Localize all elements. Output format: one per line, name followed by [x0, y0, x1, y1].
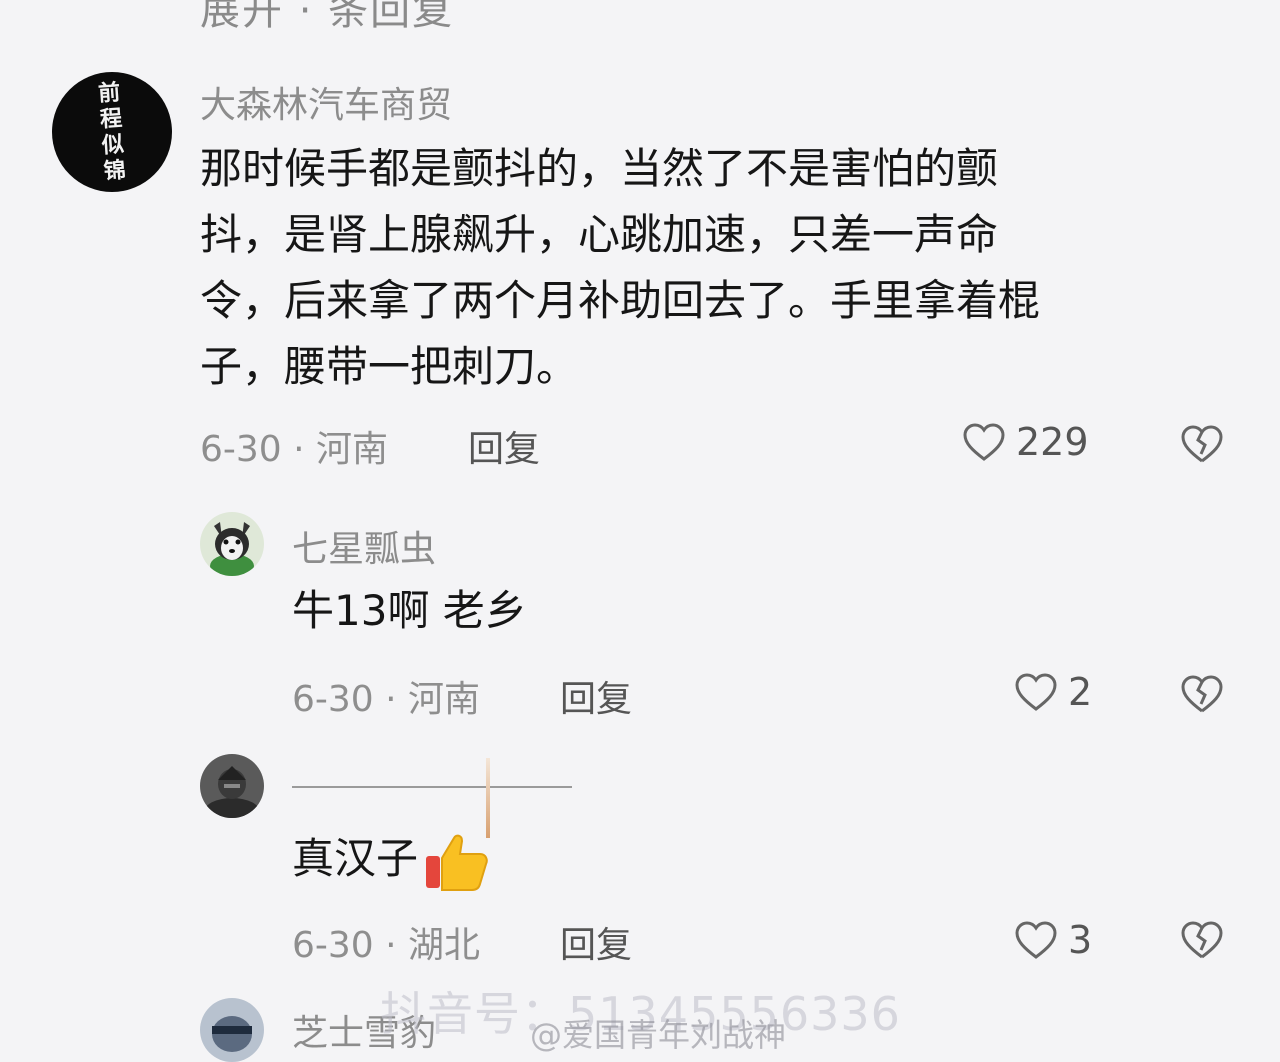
reply-button[interactable]: 回复: [560, 670, 632, 722]
comment-text: 那时候手都是颤抖的，当然了不是害怕的颤 抖，是肾上腺飙升，心跳加速，只差一声命 …: [200, 136, 1200, 400]
comment-line: 那时候手都是颤抖的，当然了不是害怕的颤: [200, 144, 999, 193]
reply-button[interactable]: 回复: [468, 420, 540, 472]
comment-date-location: 6-30 · 湖北: [292, 925, 481, 966]
comment-date-location: 6-30 · 河南: [292, 679, 481, 720]
comment-line: 抖，是肾上腺飙升，心跳加速，只差一声命: [200, 210, 999, 259]
like-count: 2: [1068, 670, 1093, 714]
heart-icon: [1015, 673, 1057, 711]
reply-button[interactable]: 回复: [560, 916, 632, 968]
comment-line: 子，腰带一把刺刀。: [200, 342, 579, 391]
like-count: 3: [1068, 918, 1093, 962]
comment-line: 令，后来拿了两个月补助回去了。手里拿着棍: [200, 276, 1041, 325]
weibo-watermark: @爱国青年刘战神: [530, 1016, 787, 1054]
heart-icon: [1015, 921, 1057, 959]
truncated-header-text: 展开 · 条回复: [200, 0, 455, 34]
username-dash[interactable]: [292, 786, 572, 788]
like-button[interactable]: 2: [1014, 670, 1092, 714]
comment-date-location: 6-30 · 河南: [200, 429, 389, 470]
comment-text: 真汉子: [292, 826, 490, 892]
avatar-warrior[interactable]: [200, 754, 264, 818]
heart-icon: [963, 423, 1005, 461]
comment-text: 牛13啊 老乡: [292, 586, 527, 635]
like-button[interactable]: 3: [1014, 918, 1092, 962]
dislike-broken-heart-icon[interactable]: [1180, 674, 1224, 714]
avatar-dog[interactable]: [200, 512, 264, 576]
avatar-calligraphy: 前程似锦: [97, 79, 127, 185]
dislike-broken-heart-icon[interactable]: [1180, 920, 1224, 960]
like-button[interactable]: 229: [962, 420, 1089, 464]
avatar-snow-leopard[interactable]: [200, 998, 264, 1062]
username[interactable]: 七星瓢虫: [292, 520, 436, 572]
dislike-broken-heart-icon[interactable]: [1180, 424, 1224, 464]
username[interactable]: 大森林汽车商贸: [200, 76, 452, 128]
like-count: 229: [1016, 420, 1089, 464]
comment-text-content: 真汉子: [292, 834, 419, 883]
avatar[interactable]: 前程似锦: [52, 72, 172, 192]
thumbs-up-icon: [426, 834, 488, 891]
